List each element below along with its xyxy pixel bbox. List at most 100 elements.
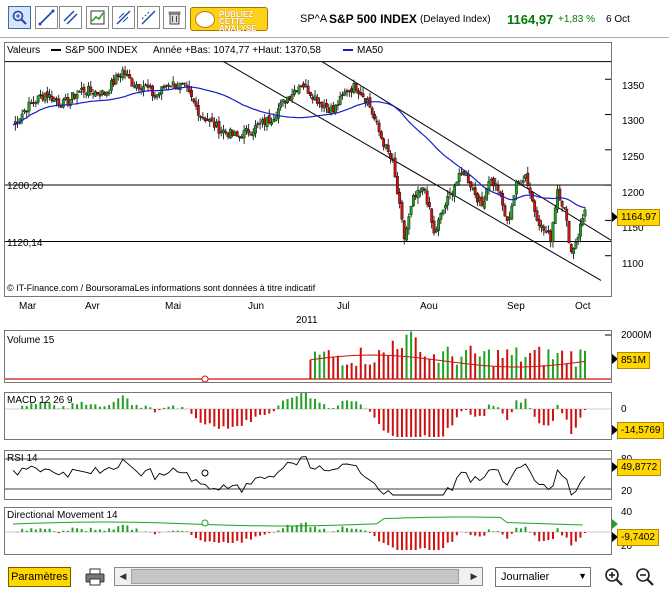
candle-body (251, 131, 255, 137)
fibonacci-icon[interactable] (112, 6, 135, 29)
candle-body (249, 134, 253, 136)
volume-bar (446, 346, 449, 379)
candle-body (82, 86, 86, 93)
dm-bar (130, 529, 133, 532)
dm-bar (451, 532, 454, 542)
macd-bar (281, 400, 284, 409)
candle-body (473, 187, 477, 196)
period-select[interactable]: Journalier ▼ (495, 567, 591, 587)
candle-body (528, 187, 532, 194)
dm-bar (341, 526, 344, 532)
volume-bar (478, 356, 481, 379)
candle-body (329, 106, 333, 114)
candle-body (123, 70, 127, 75)
scroll-right-icon[interactable]: ▶ (467, 569, 481, 584)
dm-arrow-green (612, 519, 618, 529)
macd-panel[interactable]: MACD 12 26 9 (4, 392, 612, 440)
candle-body (267, 115, 271, 123)
volume-bar (336, 355, 339, 379)
dm-bar (391, 532, 394, 548)
candle-body (407, 216, 411, 230)
macd-value-box: -14,5769 (617, 422, 665, 439)
candle-body (418, 191, 422, 193)
candle-body (455, 181, 459, 186)
macd-bar (236, 409, 239, 427)
scroll-left-icon[interactable]: ◀ (116, 569, 130, 584)
volume-panel[interactable]: Volume 15 (4, 330, 612, 383)
draw-channel-icon[interactable] (59, 6, 82, 29)
candle-body (210, 117, 214, 122)
macd-bar (327, 408, 330, 409)
candle-body (215, 122, 219, 127)
volume-bar (506, 349, 509, 379)
macd-bar (506, 409, 509, 420)
trash-icon[interactable] (163, 6, 186, 29)
rsi-chart[interactable] (5, 451, 611, 499)
macd-chart[interactable] (5, 393, 611, 439)
dm-bar (387, 532, 390, 546)
time-scrollbar[interactable]: ◀ ▶ (114, 567, 483, 586)
candle-body (132, 85, 136, 88)
macd-bar (130, 405, 133, 409)
volume-bar (309, 359, 312, 379)
macd-bar (446, 409, 449, 428)
zoom-out-icon[interactable] (634, 566, 656, 588)
macd-tick: 0 (621, 404, 627, 415)
dm-bar (446, 532, 449, 543)
macd-bar (254, 409, 257, 417)
candle-body (293, 89, 296, 95)
draw-line-icon[interactable] (35, 6, 58, 29)
candle-body (384, 143, 388, 149)
publish-analysis-button[interactable]: PUBLIEZ CETTE ANALYSE (190, 7, 268, 33)
indicator-chart-icon[interactable] (86, 6, 109, 29)
candle-body (526, 172, 530, 187)
macd-bar (400, 409, 403, 437)
dm-bar (373, 532, 376, 537)
volume-bar (432, 354, 435, 379)
zoom-in-icon[interactable] (603, 566, 625, 588)
candle-body (469, 181, 472, 188)
candle-body (23, 110, 26, 113)
candle-body (50, 95, 54, 101)
volume-chart[interactable] (5, 331, 611, 382)
print-icon[interactable] (84, 566, 106, 588)
macd-bar (158, 409, 161, 411)
candle-body (270, 122, 273, 125)
zoom-select-icon[interactable] (8, 6, 31, 29)
promo-line-3: ANALYSE (219, 24, 257, 33)
price-panel[interactable]: Valeurs S&P 500 INDEX Année +Bas: 1074,7… (4, 42, 612, 297)
dm-bar (346, 528, 349, 532)
candle-body (290, 94, 294, 100)
dm-tick-high: 40 (621, 507, 633, 518)
macd-bar (153, 409, 156, 413)
dm-panel[interactable]: Directional Movement 14 (4, 507, 612, 555)
candle-body (199, 116, 203, 118)
legend-series: S&P 500 INDEX (65, 45, 138, 56)
candle-body (258, 122, 262, 125)
price-tick: 1350 (622, 81, 645, 92)
dm-value-box: -9,7402 (617, 529, 659, 546)
volume-bar (460, 356, 463, 379)
volume-bar (584, 350, 586, 379)
candle-body (77, 90, 81, 93)
dm-bar (48, 528, 51, 532)
volume-bar (524, 356, 527, 379)
candle-body (231, 130, 235, 136)
scroll-thumb[interactable] (131, 569, 459, 584)
price-chart[interactable] (5, 43, 611, 296)
candle-body (48, 94, 52, 98)
macd-bar (62, 406, 65, 409)
volume-bar (327, 350, 330, 379)
volume-marker (201, 375, 209, 382)
candle-body (464, 173, 468, 177)
dm-bar (542, 532, 545, 541)
rsi-panel[interactable]: RSI 14 (4, 450, 612, 500)
candle-body (574, 241, 578, 249)
macd-bar (121, 395, 124, 409)
parameters-button[interactable]: Paramètres (8, 567, 71, 587)
volume-bar (542, 365, 545, 379)
draw-trend-icon[interactable] (137, 6, 160, 29)
dm-bar (400, 532, 403, 550)
dm-bar (519, 528, 522, 532)
macd-bar (510, 409, 513, 413)
